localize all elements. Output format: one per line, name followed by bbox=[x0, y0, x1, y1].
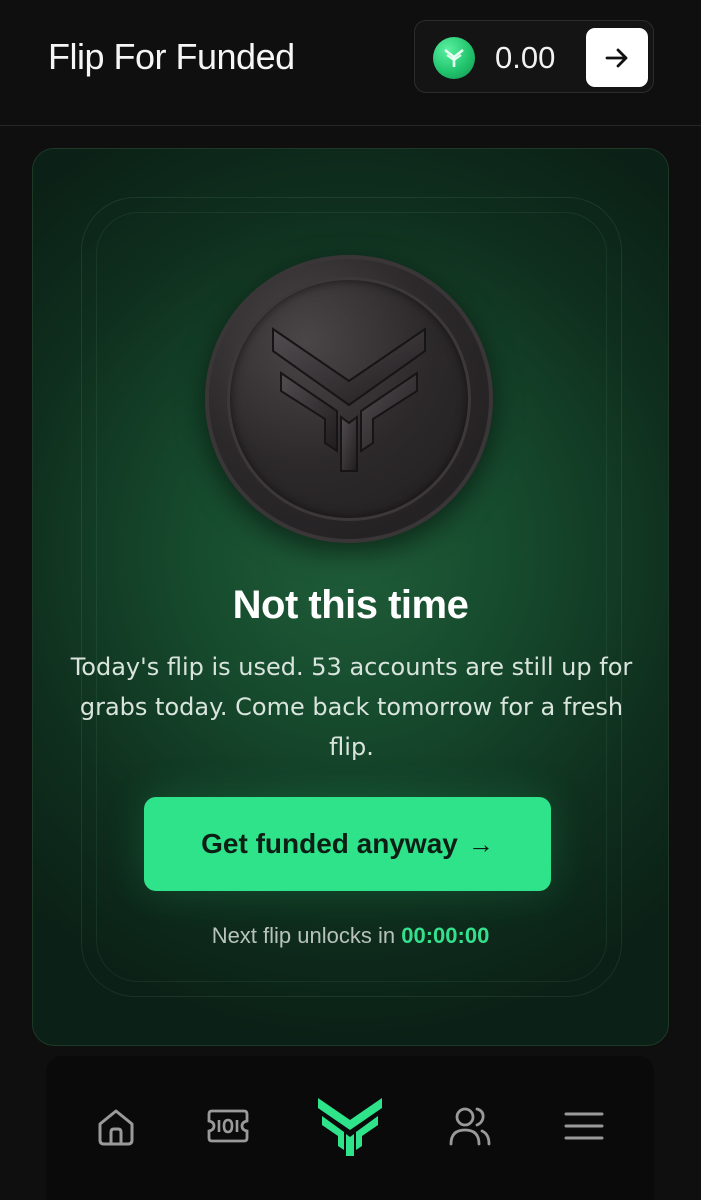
cta-label: Get funded anyway bbox=[201, 828, 458, 859]
nav-menu[interactable] bbox=[556, 1098, 612, 1154]
ticket-icon bbox=[207, 1109, 249, 1143]
nav-community[interactable] bbox=[442, 1098, 498, 1154]
logo-icon bbox=[318, 1098, 382, 1156]
nav-flip[interactable] bbox=[314, 1090, 386, 1162]
arrow-right-icon bbox=[605, 48, 628, 67]
nav-tickets[interactable] bbox=[200, 1098, 256, 1154]
flip-result-card: Not this time Today's flip is used. 53 a… bbox=[32, 148, 669, 1046]
countdown-label: Next flip unlocks in bbox=[211, 923, 396, 948]
users-icon bbox=[449, 1107, 491, 1146]
nav-home[interactable] bbox=[88, 1098, 144, 1154]
menu-icon bbox=[564, 1112, 604, 1140]
result-title: Not this time bbox=[232, 583, 469, 627]
countdown-timer: 00:00:00 bbox=[401, 923, 490, 948]
countdown: Next flip unlocks in 00:00:00 bbox=[33, 923, 668, 949]
get-funded-button[interactable]: Get funded anyway → bbox=[144, 797, 551, 891]
bottom-nav bbox=[46, 1056, 654, 1200]
balance-value: 0.00 bbox=[495, 40, 556, 75]
balance-widget: 0.00 bbox=[414, 20, 654, 93]
coin-logo-icon bbox=[272, 327, 426, 472]
token-logo-icon bbox=[433, 37, 475, 79]
cta-arrow: → bbox=[467, 828, 494, 859]
go-button[interactable] bbox=[586, 28, 648, 87]
top-bar: Flip For Funded 0.00 bbox=[0, 0, 701, 126]
result-message: Today's flip is used. 53 accounts are st… bbox=[70, 653, 633, 761]
home-icon bbox=[98, 1109, 134, 1146]
coin-image bbox=[205, 255, 493, 543]
app-title: Flip For Funded bbox=[48, 36, 295, 77]
